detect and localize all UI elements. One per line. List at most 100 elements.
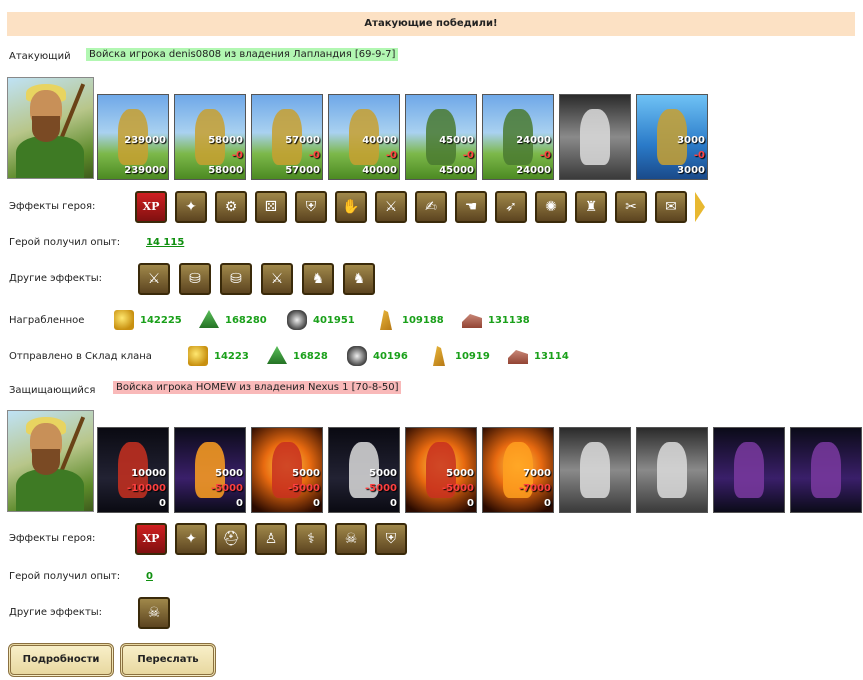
hero-xp-icon[interactable]: ✦: [175, 523, 207, 555]
coins-icon-2[interactable]: ⛁: [220, 263, 252, 295]
unit-figure: [811, 442, 841, 498]
staff-icon[interactable]: ⚕: [295, 523, 327, 555]
attacker-army-tag: Войска игрока denis0808 из владения Лапл…: [86, 48, 399, 61]
ore-icon: [287, 310, 307, 330]
shield-icon[interactable]: ⛨: [295, 191, 327, 223]
defender-unit-card[interactable]: [790, 427, 862, 513]
unit-figure: [657, 442, 687, 498]
attacker-xp-label: Герой получил опыт:: [9, 237, 121, 248]
unit-loss: -0: [231, 150, 243, 161]
unit-count: 57000: [285, 135, 320, 146]
defender-hero-portrait[interactable]: [7, 410, 94, 512]
skeleton-icon[interactable]: ☠: [138, 597, 170, 629]
attacker-unit-card[interactable]: 3000 -0 3000: [636, 94, 708, 180]
scroll-right-arrow-icon[interactable]: [695, 192, 705, 222]
attacker-unit-card[interactable]: 57000 -0 57000: [251, 94, 323, 180]
attacker-unit-card[interactable]: [559, 94, 631, 180]
web-icon[interactable]: ✺: [535, 191, 567, 223]
attacker-unit-card[interactable]: 58000 -0 58000: [174, 94, 246, 180]
unit-count: 45000: [439, 135, 474, 146]
sword-icon[interactable]: ⚔: [138, 263, 170, 295]
unit-count: 10000: [131, 468, 166, 479]
attacker-unit-card[interactable]: 40000 -0 40000: [328, 94, 400, 180]
hero-body-shape: [16, 469, 84, 511]
unit-figure: [580, 109, 610, 165]
xp-icon[interactable]: XP: [135, 523, 167, 555]
unit-remaining: 45000: [439, 165, 474, 176]
attacker-xp-value[interactable]: 14 115: [146, 237, 184, 248]
handshake-icon[interactable]: ✍: [415, 191, 447, 223]
horse-icon-2[interactable]: ♞: [343, 263, 375, 295]
unit-count: 5000: [369, 468, 397, 479]
defender-hero-effects-label: Эффекты героя:: [9, 533, 96, 544]
wheat-icon: [433, 346, 445, 366]
attacker-unit-card[interactable]: 239000 239000: [97, 94, 169, 180]
attacker-hero-portrait[interactable]: [7, 77, 94, 179]
unit-remaining: 24000: [516, 165, 551, 176]
unit-count: 5000: [292, 468, 320, 479]
defender-unit-card[interactable]: 5000 -5000 0: [251, 427, 323, 513]
unit-remaining: 58000: [208, 165, 243, 176]
xp-icon[interactable]: XP: [135, 191, 167, 223]
unit-count: 5000: [215, 468, 243, 479]
hero-beard-shape: [32, 116, 60, 142]
unit-loss: -0: [308, 150, 320, 161]
unit-count: 24000: [516, 135, 551, 146]
defender-unit-card[interactable]: [559, 427, 631, 513]
wheel-icon[interactable]: ⚙: [215, 191, 247, 223]
defender-unit-card[interactable]: 5000 -5000 0: [405, 427, 477, 513]
wood-icon: [267, 346, 287, 364]
skeleton-icon[interactable]: ☠: [335, 523, 367, 555]
unit-figure: [580, 442, 610, 498]
defender-xp-value[interactable]: 0: [146, 571, 153, 582]
attacker-other-effects-label: Другие эффекты:: [9, 273, 103, 284]
resource-amount: 401951: [313, 315, 355, 326]
hero-xp-icon[interactable]: ✦: [175, 191, 207, 223]
defender-unit-card[interactable]: [636, 427, 708, 513]
defender-unit-card[interactable]: 10000 -10000 0: [97, 427, 169, 513]
defender-unit-card[interactable]: 5000 -5000 0: [174, 427, 246, 513]
unit-remaining: 0: [390, 498, 397, 509]
attacker-unit-card[interactable]: 24000 -0 24000: [482, 94, 554, 180]
robe-icon[interactable]: ♙: [255, 523, 287, 555]
coins-icon[interactable]: ⛁: [179, 263, 211, 295]
gold-icon: [114, 310, 134, 330]
unit-remaining: 0: [544, 498, 551, 509]
dice-icon[interactable]: ⚄: [255, 191, 287, 223]
scroll-icon[interactable]: ✉: [655, 191, 687, 223]
unit-remaining: 0: [313, 498, 320, 509]
defender-army-tag: Войска игрока HOMEW из владения Nexus 1 …: [113, 381, 402, 394]
clan-warehouse-label: Отправлено в Склад клана: [9, 351, 152, 362]
defender-unit-card[interactable]: 5000 -5000 0: [328, 427, 400, 513]
shield-hand-icon[interactable]: ✋: [335, 191, 367, 223]
forward-button[interactable]: Переслать: [120, 643, 216, 677]
unit-remaining: 57000: [285, 165, 320, 176]
ore-icon: [347, 346, 367, 366]
helmet-icon[interactable]: ⛑: [215, 523, 247, 555]
wheat-icon: [380, 310, 392, 330]
sword-icon-2[interactable]: ⚔: [261, 263, 293, 295]
unit-loss: -5000: [211, 483, 243, 494]
resource-amount: 168280: [225, 315, 267, 326]
hero-body-shape: [16, 136, 84, 178]
crossed-swords-icon[interactable]: ✂: [615, 191, 647, 223]
hand-icon[interactable]: ☚: [455, 191, 487, 223]
brick-icon: [462, 314, 482, 328]
armor-icon[interactable]: ♜: [575, 191, 607, 223]
resource-amount: 142225: [140, 315, 182, 326]
unit-remaining: 0: [236, 498, 243, 509]
battle-result-banner: Атакующие победили!: [7, 12, 855, 36]
unit-count: 7000: [523, 468, 551, 479]
attacker-unit-card[interactable]: 45000 -0 45000: [405, 94, 477, 180]
resource-amount: 14223: [214, 351, 249, 362]
brick-icon: [508, 350, 528, 364]
defender-unit-card[interactable]: 7000 -7000 0: [482, 427, 554, 513]
horse-icon[interactable]: ♞: [302, 263, 334, 295]
defender-unit-card[interactable]: [713, 427, 785, 513]
unit-loss: -10000: [127, 483, 166, 494]
gears-shield-icon[interactable]: ⛨: [375, 523, 407, 555]
sword-icon[interactable]: ⚔: [375, 191, 407, 223]
defender-xp-label: Герой получил опыт:: [9, 571, 121, 582]
boot-icon[interactable]: ➶: [495, 191, 527, 223]
details-button[interactable]: Подробности: [8, 643, 114, 677]
